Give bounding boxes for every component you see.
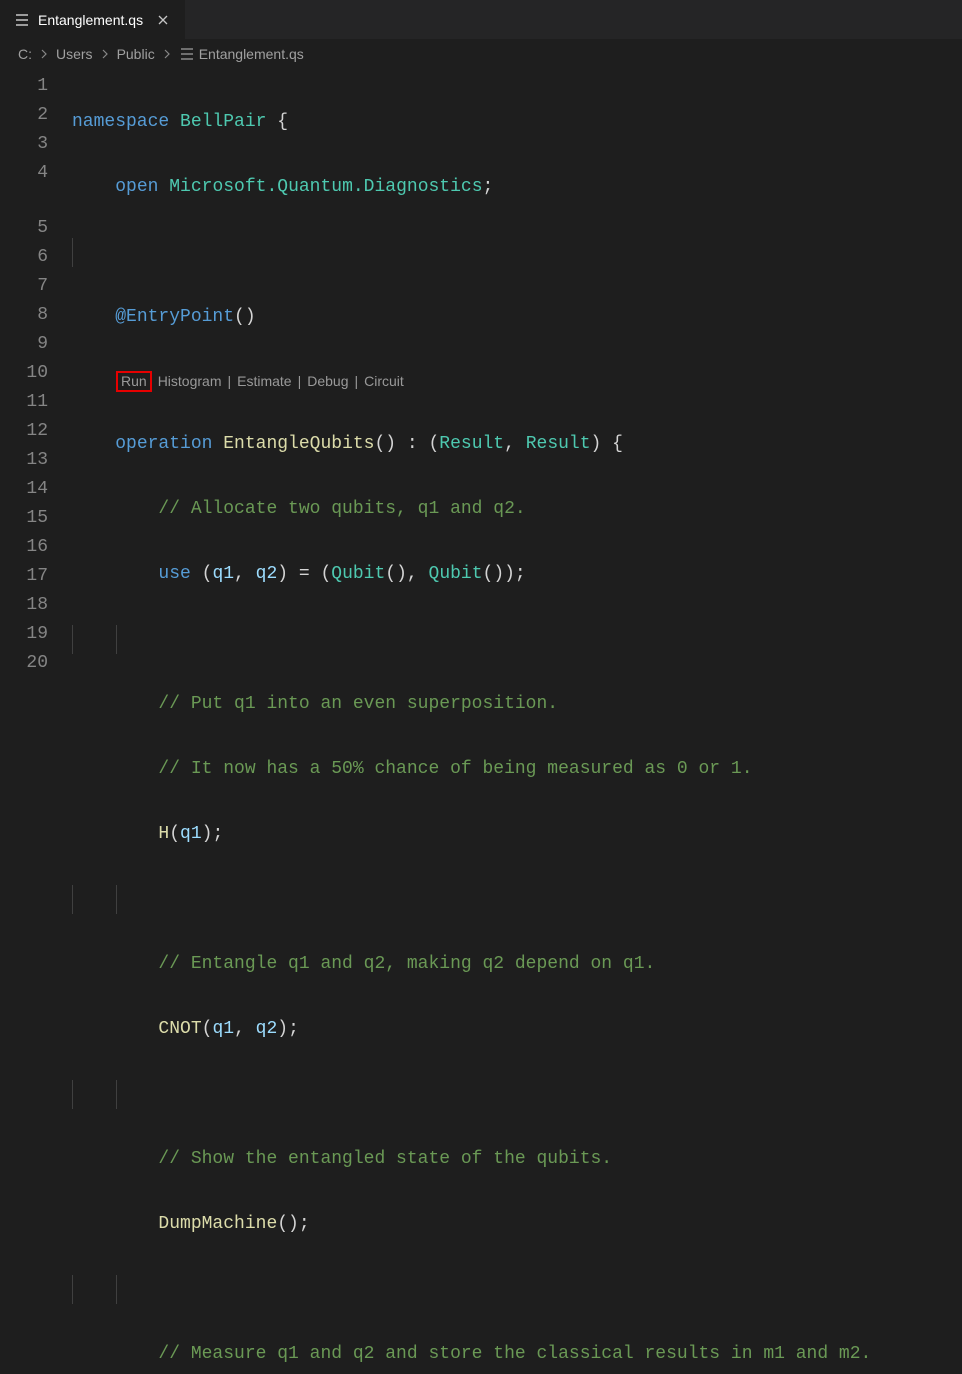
- code-line: [72, 1275, 962, 1304]
- code-line: CNOT(q1, q2);: [72, 1015, 962, 1044]
- code-line: // Entangle q1 and q2, making q2 depend …: [72, 950, 962, 979]
- code-line: open Microsoft.Quantum.Diagnostics;: [72, 173, 962, 202]
- breadcrumb-item[interactable]: Users: [56, 46, 93, 62]
- file-icon: [14, 12, 30, 28]
- breadcrumb-item[interactable]: Public: [117, 46, 155, 62]
- codelens-histogram[interactable]: Histogram: [158, 373, 222, 389]
- code-line: use (q1, q2) = (Qubit(), Qubit());: [72, 560, 962, 589]
- code-line: [72, 885, 962, 914]
- breadcrumb: C: Users Public Entanglement.qs: [0, 40, 962, 68]
- code-line: // Show the entangled state of the qubit…: [72, 1145, 962, 1174]
- code-line: [72, 238, 962, 267]
- chevron-right-icon: [99, 48, 111, 60]
- chevron-right-icon: [38, 48, 50, 60]
- code-line: [72, 625, 962, 654]
- file-icon: [179, 46, 195, 62]
- tab-active[interactable]: Entanglement.qs: [0, 0, 185, 39]
- line-gutter: 1 2 3 4 5 6 7 8 9 10 11 12 13 14 15 16 1…: [0, 72, 72, 1374]
- tab-bar: Entanglement.qs: [0, 0, 962, 40]
- code-line: operation EntangleQubits() : (Result, Re…: [72, 430, 962, 459]
- code-content[interactable]: namespace BellPair { open Microsoft.Quan…: [72, 72, 962, 1374]
- code-line: // It now has a 50% chance of being meas…: [72, 755, 962, 784]
- codelens-circuit[interactable]: Circuit: [364, 373, 404, 389]
- tab-filename: Entanglement.qs: [38, 12, 143, 28]
- code-line: // Put q1 into an even superposition.: [72, 690, 962, 719]
- codelens-run[interactable]: Run: [116, 371, 152, 392]
- code-line: H(q1);: [72, 820, 962, 849]
- code-line: // Allocate two qubits, q1 and q2.: [72, 495, 962, 524]
- code-line: DumpMachine();: [72, 1210, 962, 1239]
- code-line: // Measure q1 and q2 and store the class…: [72, 1340, 962, 1369]
- code-line: namespace BellPair {: [72, 108, 962, 137]
- codelens-row: Run Histogram | Estimate | Debug | Circu…: [72, 368, 962, 394]
- chevron-right-icon: [161, 48, 173, 60]
- code-line: @EntryPoint(): [72, 303, 962, 332]
- close-icon[interactable]: [155, 12, 171, 28]
- breadcrumb-file[interactable]: Entanglement.qs: [179, 46, 304, 62]
- breadcrumb-item[interactable]: C:: [18, 46, 32, 62]
- code-line: [72, 1080, 962, 1109]
- code-editor[interactable]: 1 2 3 4 5 6 7 8 9 10 11 12 13 14 15 16 1…: [0, 68, 962, 1374]
- codelens-debug[interactable]: Debug: [307, 373, 348, 389]
- codelens-estimate[interactable]: Estimate: [237, 373, 291, 389]
